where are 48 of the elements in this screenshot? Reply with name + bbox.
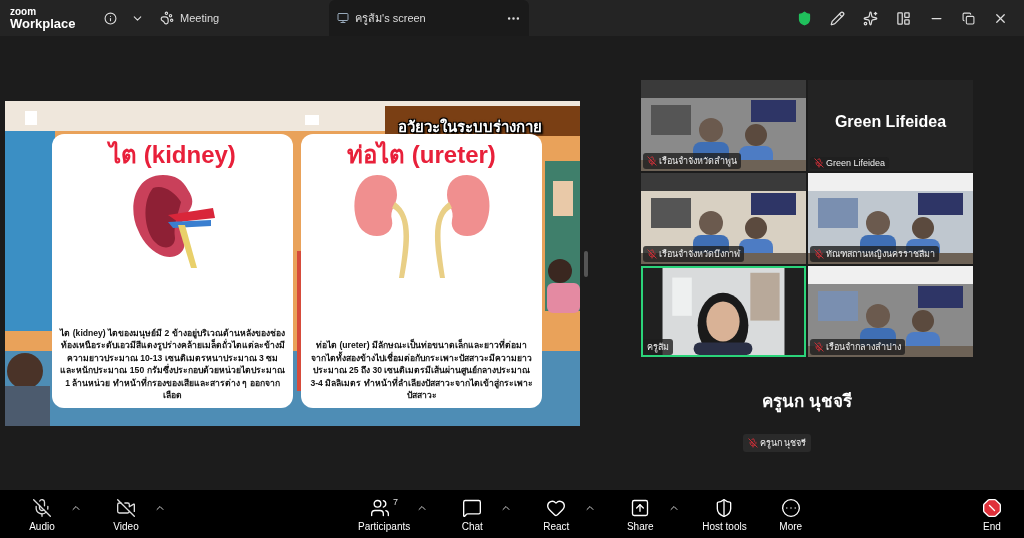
toolbar-button[interactable]: Chat [450, 496, 495, 532]
layout-icon[interactable] [896, 10, 911, 26]
end-icon [982, 497, 1002, 518]
shield-icon[interactable] [797, 10, 812, 26]
name-label: เรือนจำกลางลำปาง [810, 339, 905, 355]
card-title: ไต (kidney) [109, 139, 236, 170]
share-icon [630, 497, 651, 518]
name-label: เรือนจำจังหวัดลำพูน [643, 153, 741, 169]
toolbar-button[interactable]: Share [618, 496, 663, 532]
tab-title: ครูส้ม's screen [355, 11, 427, 27]
paw-icon [160, 11, 174, 25]
toolbar-button[interactable]: End [970, 496, 1014, 532]
participant-count: 7 [393, 496, 399, 507]
name-label: Green Lifeidea [810, 157, 890, 169]
toolbar-button[interactable]: Video [104, 496, 148, 532]
people-icon [370, 497, 391, 518]
toolbar-button[interactable]: More [768, 496, 813, 532]
toolbar-button[interactable]: Audio [20, 496, 64, 532]
pencil-icon[interactable] [830, 10, 845, 26]
muted-mic-icon [814, 158, 824, 168]
card-text: ท่อไต (ureter) มีลักษณะเป็นท่อขนาดเล็กและยาวที่ต่อมาจากไตทั้งสองข้างไปเชื่อมต่อกับกระเพาะปัสสาวะมีความยาวประมาณ 25 ถึง 30 เซนติเมตรมีเส้นผ่านศูนย์กลางประมาณ 3-4 มิลลิเมตร ทำหน้าที่ลำเลียงปัสสาวะจากไตเข้าสู่กระเพาะปัสสาวะ [309, 339, 534, 402]
participant-name: Green Lifeidea [834, 112, 947, 131]
name-label: ทัณฑสถานหญิงนครราชสีมา [810, 246, 939, 262]
more-icon [780, 497, 801, 518]
restore-icon[interactable] [962, 11, 975, 25]
toolbar-button[interactable]: 7 Participants [358, 496, 411, 532]
share-tab[interactable]: ครูส้ม's screen [329, 0, 530, 36]
card-title: ท่อไต (ureter) [347, 139, 496, 170]
participant-name: ครูนก นุชจรี [762, 391, 852, 414]
brand-text: Workplace [10, 16, 77, 30]
sparkle-icon[interactable] [863, 10, 878, 26]
toolbar-button[interactable]: React [534, 496, 579, 532]
info-icon[interactable] [104, 11, 117, 25]
meeting-tab[interactable]: Meeting [158, 9, 222, 27]
resize-handle[interactable] [584, 251, 588, 277]
muted-mic-icon [647, 156, 657, 166]
name-label: ครูนก นุชจรี [742, 434, 812, 452]
chat-icon [462, 497, 483, 518]
brand-text: zoom [10, 6, 38, 17]
toolbar-button[interactable]: Host tools [702, 496, 747, 532]
screen-icon [337, 12, 350, 24]
slide-heading: อวัยวะในระบบร่างกาย [398, 116, 542, 133]
muted-mic-icon [747, 438, 758, 448]
card-text: ไต (kidney) ไตของมนุษย์มี 2 ข้างอยู่บริเวณด้านหลังของช่องท้องเหนือระดับเอวมีสีแดงรูปร่างคล้ายเมล็ดถั่วไตแต่ละข้างมีความยาวประมาณ 10-13 เซนติเมตรหนาประมาณ 3 ซมและหนักประมาณ 150 กรัมซึ่งประกอบด้วยหน่วยไตประมาณ 1 ล้านหน่วย ทำหน้าที่กรองของเสียและสารต่าง ๆ ออกจากเลือด [60, 326, 285, 402]
muted-mic-icon [814, 249, 824, 259]
name-label: เรือนจำจังหวัดบึงกาฬ [643, 246, 744, 262]
muted-mic-icon [814, 342, 824, 352]
muted-mic-icon [647, 249, 657, 259]
